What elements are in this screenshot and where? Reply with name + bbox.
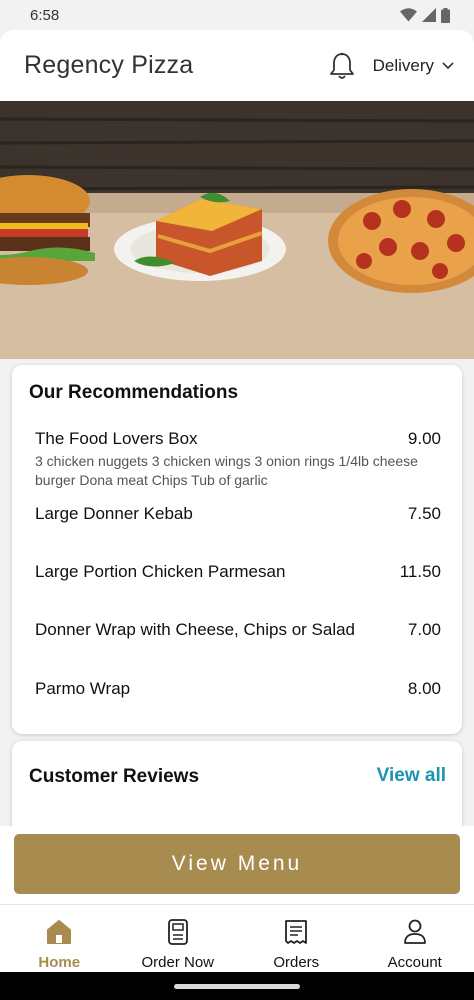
receipt-icon bbox=[285, 920, 308, 944]
item-price: 8.00 bbox=[407, 679, 441, 698]
recommendations-title: Our Recommendations bbox=[29, 382, 239, 403]
nav-orders[interactable]: Orders bbox=[237, 905, 356, 972]
nav-label: Orders bbox=[273, 954, 320, 971]
recommendation-item[interactable]: Large Portion Chicken Parmesan 11.50 bbox=[35, 562, 441, 582]
item-price: 7.50 bbox=[407, 504, 441, 523]
battery-icon bbox=[441, 7, 450, 23]
order-now-icon bbox=[167, 919, 188, 945]
status-bar: 6:58 bbox=[0, 0, 474, 30]
hero-illustration bbox=[0, 101, 474, 359]
view-menu-button[interactable]: View Menu bbox=[14, 834, 460, 894]
notifications-button[interactable] bbox=[327, 51, 357, 81]
item-name: The Food Lovers Box bbox=[35, 429, 198, 448]
view-all-reviews-link[interactable]: View all bbox=[377, 765, 446, 787]
customer-reviews-title: Customer Reviews bbox=[29, 766, 200, 787]
item-name: Parmo Wrap bbox=[35, 679, 131, 698]
nav-label: Order Now bbox=[141, 954, 215, 971]
item-price: 11.50 bbox=[399, 562, 441, 581]
item-price: 7.00 bbox=[407, 620, 441, 639]
nav-label: Account bbox=[387, 954, 442, 971]
status-time: 6:58 bbox=[30, 6, 60, 24]
page-title: Regency Pizza bbox=[24, 51, 194, 79]
delivery-mode-label: Delivery bbox=[372, 55, 434, 75]
nav-label: Home bbox=[38, 954, 81, 971]
delivery-mode-select[interactable]: Delivery bbox=[373, 56, 454, 76]
item-name: Large Donner Kebab bbox=[35, 504, 193, 523]
chevron-down-icon bbox=[442, 61, 454, 69]
nav-home[interactable]: Home bbox=[0, 905, 119, 972]
nav-account[interactable]: Account bbox=[356, 905, 474, 972]
recommendation-item[interactable]: Parmo Wrap 8.00 bbox=[35, 679, 441, 699]
bell-icon bbox=[329, 52, 354, 79]
item-name: Large Portion Chicken Parmesan bbox=[35, 562, 286, 581]
recommendation-item[interactable]: Large Donner Kebab 7.50 bbox=[35, 504, 441, 524]
account-icon bbox=[403, 919, 426, 944]
hero-food-image bbox=[0, 101, 474, 359]
wifi-icon bbox=[400, 8, 417, 22]
recommendations-card: Our Recommendations The Food Lovers Box … bbox=[12, 365, 462, 734]
home-gesture-handle[interactable] bbox=[174, 984, 300, 989]
item-price: 9.00 bbox=[407, 429, 441, 448]
app-header: Regency Pizza Delivery bbox=[0, 30, 474, 101]
recommendation-item[interactable]: The Food Lovers Box 9.00 3 chicken nugge… bbox=[35, 429, 441, 490]
bottom-navigation: Home Order Now Orders Account bbox=[0, 904, 474, 972]
signal-icon bbox=[422, 8, 436, 22]
status-icons bbox=[400, 7, 450, 23]
item-name: Donner Wrap with Cheese, Chips or Salad bbox=[35, 620, 356, 639]
home-icon bbox=[47, 920, 72, 944]
item-description: 3 chicken nuggets 3 chicken wings 3 onio… bbox=[35, 453, 418, 488]
nav-order-now[interactable]: Order Now bbox=[119, 905, 238, 972]
recommendation-item[interactable]: Donner Wrap with Cheese, Chips or Salad … bbox=[35, 620, 441, 640]
